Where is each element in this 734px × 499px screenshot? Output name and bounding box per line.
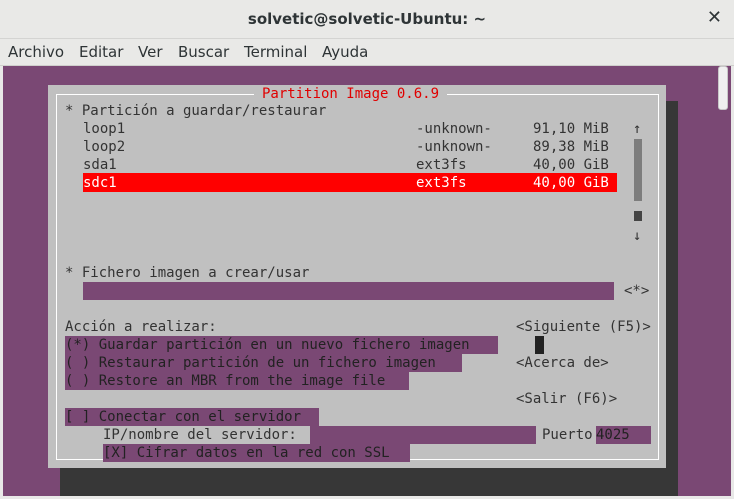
action-restore-radio[interactable]: ( ) Restaurar partición de un fichero im… [65, 354, 462, 372]
about-button[interactable]: <Acerca de> [516, 354, 609, 372]
image-file-input[interactable] [83, 282, 614, 300]
list-scroll-thumb[interactable] [634, 211, 642, 221]
partition-fs: -unknown- [416, 139, 492, 155]
partition-fs: -unknown- [416, 121, 492, 137]
menu-ayuda[interactable]: Ayuda [322, 43, 368, 61]
text-cursor [535, 336, 544, 354]
port-label: Puerto [542, 427, 593, 443]
port-input[interactable]: 4025 [596, 426, 651, 444]
menu-editar[interactable]: Editar [79, 43, 123, 61]
dialog-title: Partition Image 0.6.9 [254, 85, 448, 103]
server-checkbox[interactable]: [ ] Conectar con el servidor [65, 408, 319, 426]
partitions-header: * Partición a guardar/restaurar [65, 103, 327, 119]
terminal-area[interactable]: Partition Image 0.6.9 * Partición a guar… [3, 66, 731, 496]
partition-name: loop2 [83, 139, 126, 155]
exit-button[interactable]: <Salir (F6)> [516, 390, 617, 408]
partition-fs: ext3fs [416, 157, 467, 173]
terminal-scrollbar[interactable] [718, 66, 728, 110]
server-label: IP/nombre del servidor: [103, 427, 297, 443]
partition-name: sdc1 [83, 175, 117, 191]
close-icon[interactable]: ✕ [707, 7, 722, 28]
list-item-selected[interactable]: sdc1 ext3fs 40,00 GiB [83, 173, 617, 192]
partition-size: 89,38 MiB [533, 139, 609, 155]
menu-terminal[interactable]: Terminal [244, 43, 307, 61]
image-browse-button[interactable]: <*> [624, 282, 649, 300]
dialog-shadow [666, 101, 678, 465]
menu-buscar[interactable]: Buscar [178, 43, 229, 61]
ssl-checkbox[interactable]: [X] Cifrar datos en la red con SSL [103, 444, 410, 462]
action-save-radio[interactable]: (*) Guardar partición en un nuevo ficher… [65, 336, 498, 354]
partition-name: loop1 [83, 121, 126, 137]
action-header: Acción a realizar: [65, 319, 217, 335]
menu-archivo[interactable]: Archivo [8, 43, 64, 61]
scroll-down-icon[interactable]: ↓ [633, 227, 641, 245]
next-button[interactable]: <Siguiente (F5)> [516, 318, 651, 336]
scroll-up-icon[interactable]: ↑ [633, 120, 641, 138]
menu-ver[interactable]: Ver [138, 43, 163, 61]
partition-name: sda1 [83, 157, 117, 173]
list-scrollbar[interactable] [634, 139, 642, 201]
partition-size: 91,10 MiB [533, 121, 609, 137]
image-file-header: * Fichero imagen a crear/usar [65, 265, 310, 281]
server-input[interactable] [310, 426, 536, 444]
action-mbr-radio[interactable]: ( ) Restore an MBR from the image file [65, 372, 409, 390]
partimage-dialog: Partition Image 0.6.9 * Partición a guar… [48, 85, 666, 468]
menu-bar: Archivo Editar Ver Buscar Terminal Ayuda [0, 39, 734, 66]
partition-fs: ext3fs [416, 175, 467, 191]
title-bar: solvetic@solvetic-Ubuntu: ~ ✕ [0, 0, 734, 39]
partition-size: 40,00 GiB [533, 157, 609, 173]
window-title: solvetic@solvetic-Ubuntu: ~ [247, 10, 487, 28]
partition-size: 40,00 GiB [533, 175, 609, 191]
